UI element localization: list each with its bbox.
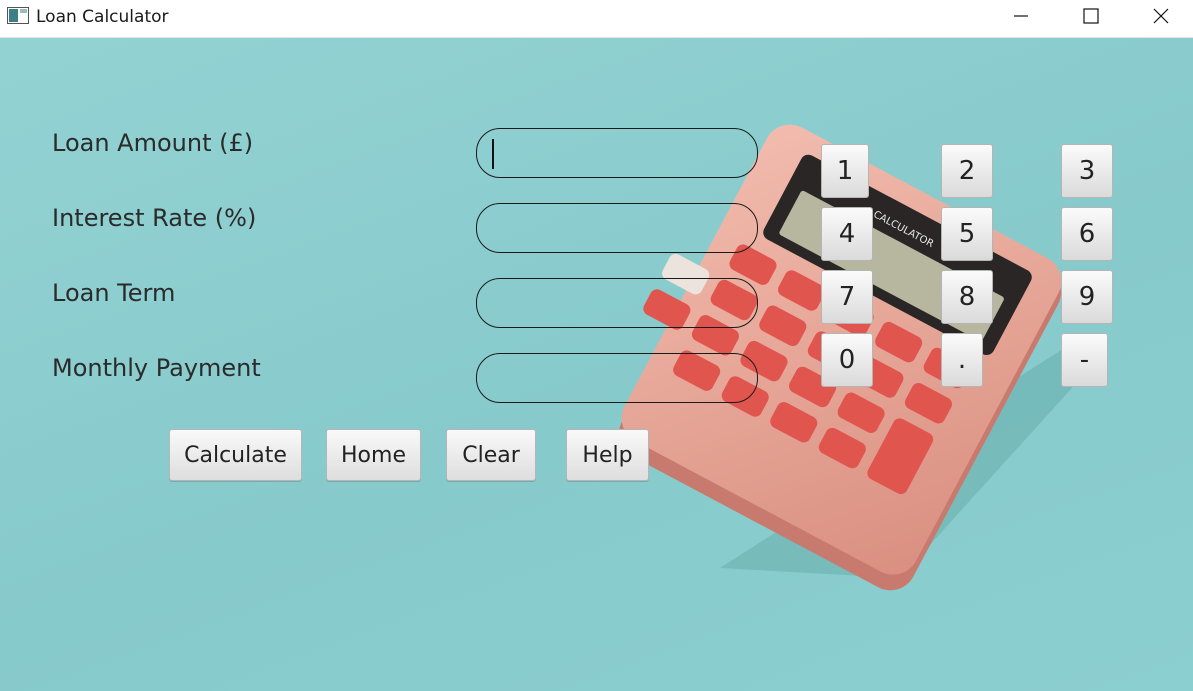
- key-7[interactable]: 7: [821, 270, 873, 324]
- loan-term-label: Loan Term: [52, 279, 176, 307]
- key-5[interactable]: 5: [941, 207, 993, 261]
- minimize-icon: [1014, 15, 1028, 17]
- close-icon: [1153, 8, 1169, 24]
- minimize-button[interactable]: [998, 0, 1044, 33]
- key-6[interactable]: 6: [1061, 207, 1113, 261]
- calculate-button[interactable]: Calculate: [169, 429, 302, 481]
- monthly-payment-label: Monthly Payment: [52, 354, 261, 382]
- maximize-button[interactable]: [1068, 0, 1114, 33]
- key-1[interactable]: 1: [821, 144, 869, 198]
- key-9[interactable]: 9: [1061, 270, 1113, 324]
- close-button[interactable]: [1138, 0, 1184, 33]
- loan-amount-input[interactable]: [476, 128, 758, 178]
- text-caret: [492, 139, 494, 169]
- key-3[interactable]: 3: [1061, 144, 1113, 198]
- clear-button[interactable]: Clear: [446, 429, 536, 481]
- home-button[interactable]: Home: [326, 429, 421, 481]
- key-0[interactable]: 0: [821, 333, 873, 387]
- key-decimal[interactable]: .: [941, 333, 983, 387]
- key-minus[interactable]: -: [1061, 333, 1108, 387]
- loan-amount-label: Loan Amount (£): [52, 129, 254, 157]
- app-icon: [7, 7, 29, 24]
- key-8[interactable]: 8: [941, 270, 993, 324]
- key-2[interactable]: 2: [941, 144, 993, 198]
- loan-term-input[interactable]: [476, 278, 758, 328]
- help-button[interactable]: Help: [566, 429, 649, 481]
- interest-rate-input[interactable]: [476, 203, 758, 253]
- key-4[interactable]: 4: [821, 207, 873, 261]
- interest-rate-label: Interest Rate (%): [52, 204, 257, 232]
- window-title: Loan Calculator: [36, 7, 169, 27]
- maximize-icon: [1083, 8, 1099, 24]
- title-bar: Loan Calculator: [0, 0, 1193, 38]
- monthly-payment-input[interactable]: [476, 353, 758, 403]
